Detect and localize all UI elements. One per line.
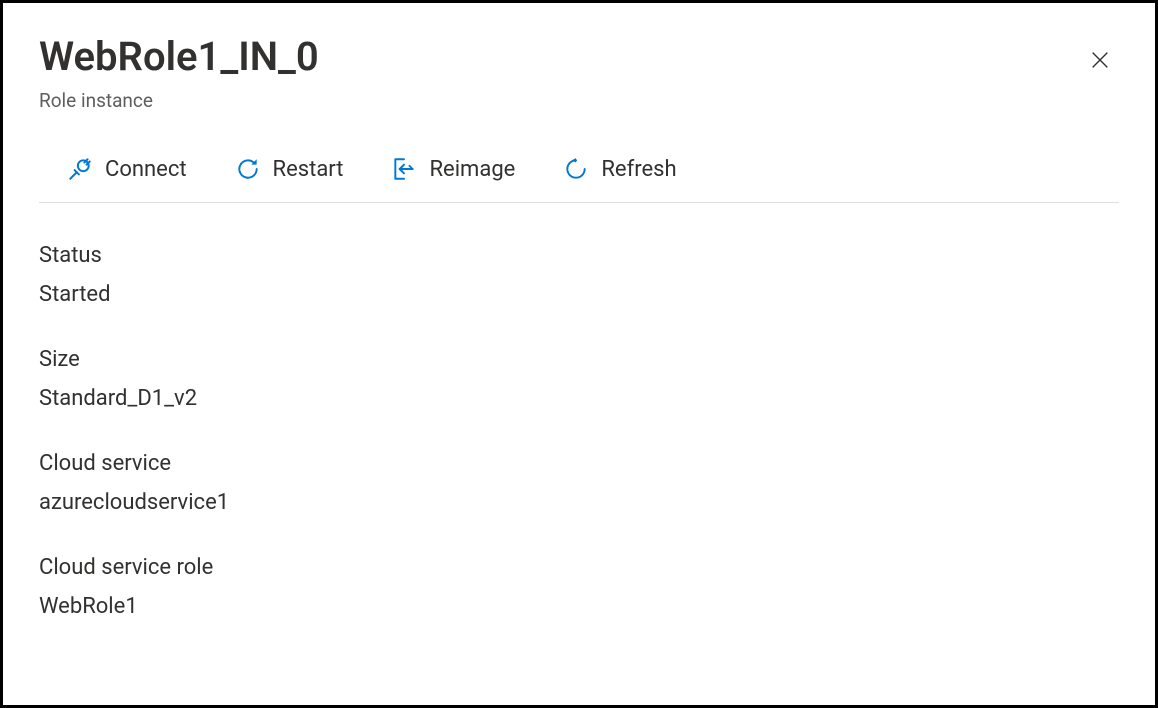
status-group: Status Started [39,243,1119,307]
size-label: Size [39,347,1119,372]
header-row: WebRole1_IN_0 Role instance [39,33,1119,112]
refresh-icon [563,156,589,182]
close-icon [1089,59,1111,74]
header-text-block: WebRole1_IN_0 Role instance [39,33,319,112]
cloud-service-label: Cloud service [39,451,1119,476]
connect-button[interactable]: Connect [61,152,193,186]
page-subtitle: Role instance [39,89,319,112]
cloud-service-value: azurecloudservice1 [39,490,1119,515]
cloud-service-role-group: Cloud service role WebRole1 [39,555,1119,619]
restart-button[interactable]: Restart [229,152,350,186]
cloud-service-role-value: WebRole1 [39,594,1119,619]
restart-icon [235,156,261,182]
details-section: Status Started Size Standard_D1_v2 Cloud… [39,243,1119,619]
connect-icon [67,156,93,182]
status-label: Status [39,243,1119,268]
refresh-button[interactable]: Refresh [557,152,682,186]
connect-label: Connect [105,157,187,182]
restart-label: Restart [273,157,344,182]
cloud-service-role-label: Cloud service role [39,555,1119,580]
status-value: Started [39,282,1119,307]
reimage-label: Reimage [429,157,515,182]
toolbar: Connect Restart Reimage [39,152,1119,203]
reimage-button[interactable]: Reimage [385,152,521,186]
size-value: Standard_D1_v2 [39,386,1119,411]
cloud-service-group: Cloud service azurecloudservice1 [39,451,1119,515]
size-group: Size Standard_D1_v2 [39,347,1119,411]
reimage-icon [391,156,417,182]
refresh-label: Refresh [601,157,676,182]
page-title: WebRole1_IN_0 [39,33,319,81]
close-button[interactable] [1081,41,1119,82]
